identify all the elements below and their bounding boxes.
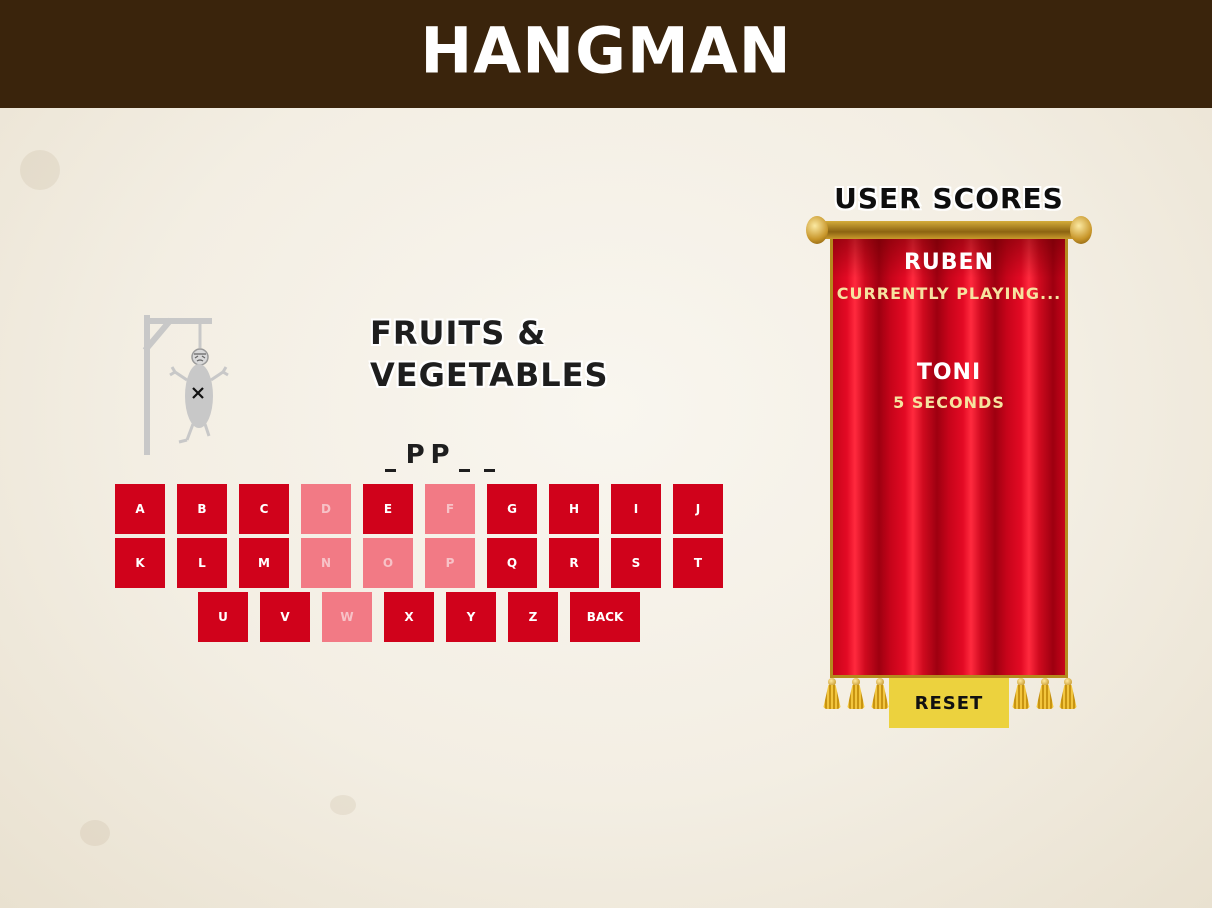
hangman-body (185, 364, 213, 428)
scroll-rod-right-knob (1070, 216, 1092, 244)
hangman-head (191, 348, 209, 366)
word-letter-slot (454, 440, 475, 474)
letter-key-c[interactable]: C (239, 484, 289, 534)
hangman-right-arm (210, 370, 224, 382)
letter-key-l[interactable]: L (177, 538, 227, 588)
letter-key-z[interactable]: Z (508, 592, 558, 642)
word-letter-slot (380, 440, 401, 474)
scores-title: USER SCORES (834, 182, 1064, 215)
letter-key-j[interactable]: J (673, 484, 723, 534)
hangman-left-arm (174, 370, 188, 382)
word-letter-slot: P (430, 440, 450, 470)
category-title: FRUITS & VEGETABLES (370, 312, 670, 396)
letter-key-b[interactable]: B (177, 484, 227, 534)
hangman-right-leg (203, 423, 211, 437)
scroll-rod (812, 221, 1086, 239)
category-line-1: FRUITS & (370, 314, 547, 352)
letter-key-s[interactable]: S (611, 538, 661, 588)
letter-key-g[interactable]: G (487, 484, 537, 534)
category-line-2: VEGETABLES (370, 356, 609, 394)
letter-key-q[interactable]: Q (487, 538, 537, 588)
player-status: CURRENTLY PLAYING... (836, 284, 1062, 303)
back-button[interactable]: BACK (570, 592, 640, 642)
tassel-icon (871, 678, 889, 710)
letter-key-y[interactable]: Y (446, 592, 496, 642)
letter-key-u[interactable]: U (198, 592, 248, 642)
letter-key-w[interactable]: W (322, 592, 372, 642)
letter-key-t[interactable]: T (673, 538, 723, 588)
letter-key-m[interactable]: M (239, 538, 289, 588)
player-status: 5 SECONDS (893, 393, 1005, 412)
paper-stain (330, 795, 356, 815)
reset-button[interactable]: RESET (889, 678, 1009, 728)
game-title: HANGMAN (420, 13, 792, 88)
gallows-brace (142, 317, 174, 353)
paper-stain (80, 820, 110, 846)
scroll-rod-left-knob (806, 216, 828, 244)
letter-key-x[interactable]: X (384, 592, 434, 642)
tassel-icon (1012, 678, 1030, 710)
tassel-icon (847, 678, 865, 710)
letter-key-h[interactable]: H (549, 484, 599, 534)
player-name: TONI (916, 360, 982, 385)
letter-key-a[interactable]: A (115, 484, 165, 534)
letter-key-k[interactable]: K (115, 538, 165, 588)
header-bar: HANGMAN (0, 0, 1212, 108)
tassel-icon (1059, 678, 1077, 710)
letter-key-r[interactable]: R (549, 538, 599, 588)
letter-key-v[interactable]: V (260, 592, 310, 642)
word-display: PP (380, 440, 500, 476)
paper-stain (20, 150, 60, 190)
player-name: RUBEN (903, 250, 994, 275)
letter-key-d[interactable]: D (301, 484, 351, 534)
scores-banner (830, 238, 1068, 678)
tassel-icon (1036, 678, 1054, 710)
word-letter-slot: P (405, 440, 425, 470)
hangman-left-leg (185, 423, 195, 441)
letter-key-o[interactable]: O (363, 538, 413, 588)
letter-key-p[interactable]: P (425, 538, 475, 588)
letter-key-n[interactable]: N (301, 538, 351, 588)
word-letter-slot (479, 440, 500, 474)
tassel-icon (823, 678, 841, 710)
letter-key-e[interactable]: E (363, 484, 413, 534)
letter-key-f[interactable]: F (425, 484, 475, 534)
letter-key-i[interactable]: I (611, 484, 661, 534)
hangman-figure (142, 315, 229, 455)
